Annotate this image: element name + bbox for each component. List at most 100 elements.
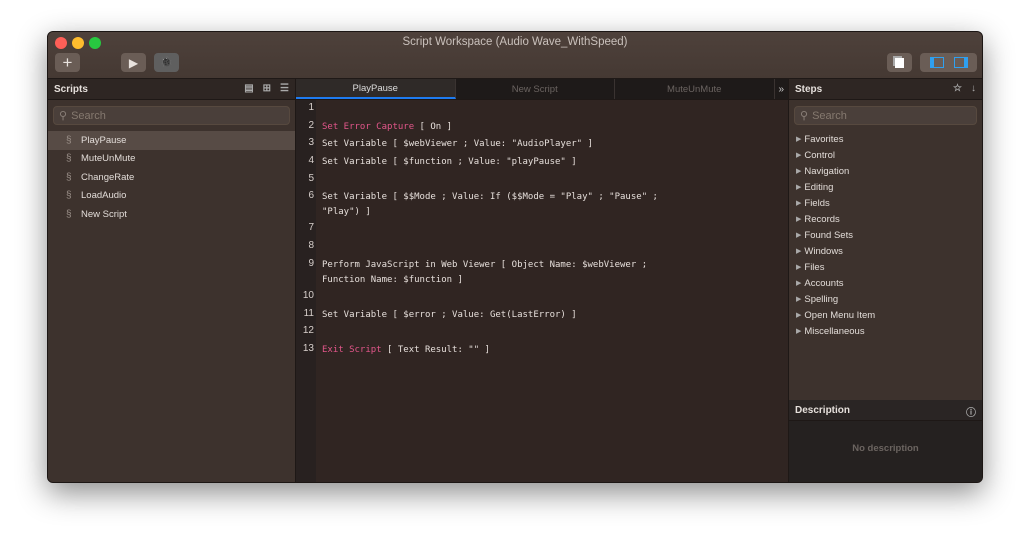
code-line[interactable]: 13 Exit Script [ Text Result: "" ]	[296, 341, 788, 359]
script-step: Set Error Capture [ On ]	[322, 120, 662, 135]
new-folder-icon[interactable]: ⊞	[263, 83, 271, 94]
code-line[interactable]: 6 Set Variable [ $$Mode ; Value: If ($$Mo…	[296, 188, 788, 220]
help-icon[interactable]: ⓘ	[966, 404, 976, 419]
script-item[interactable]: § PlayPause	[48, 131, 295, 150]
step-category[interactable]: ▶ Records	[789, 211, 982, 227]
step-category-label: Control	[804, 149, 836, 161]
steps-search[interactable]: ⚲	[794, 106, 977, 125]
disclosure-triangle-icon[interactable]: ▶	[796, 167, 801, 175]
script-name: LoadAudio	[81, 190, 127, 202]
disclosure-triangle-icon[interactable]: ▶	[796, 135, 801, 143]
script-tabs: PlayPause New Script MuteUnMute »	[296, 79, 788, 100]
code-line[interactable]: 2 Set Error Capture [ On ]	[296, 118, 788, 136]
script-item[interactable]: § MuteUnMute	[48, 150, 295, 169]
debug-button[interactable]: 🐞	[154, 53, 179, 72]
favorite-star-icon[interactable]: ☆	[953, 83, 962, 94]
description-title: Description	[795, 404, 851, 416]
step-category[interactable]: ▶ Found Sets	[789, 227, 982, 243]
add-script-button[interactable]: +	[55, 53, 80, 72]
step-category-label: Fields	[804, 197, 830, 209]
step-category[interactable]: ▶ Miscellaneous	[789, 323, 982, 339]
code-line[interactable]: 10	[296, 288, 788, 306]
toggle-right-panel-icon[interactable]	[953, 57, 968, 68]
disclosure-triangle-icon[interactable]: ▶	[796, 311, 801, 319]
tab-muteunmute[interactable]: MuteUnMute	[615, 79, 775, 99]
step-params: Set Variable [ $webViewer ; Value: "Audi…	[322, 139, 593, 150]
step-category[interactable]: ▶ Navigation	[789, 163, 982, 179]
code-line[interactable]: 12	[296, 323, 788, 341]
line-number: 12	[302, 325, 314, 337]
scripts-header: Scripts ▤ ⊞ ☰	[48, 79, 295, 100]
tab-new-script[interactable]: New Script	[456, 79, 615, 99]
disclosure-triangle-icon[interactable]: ▶	[796, 183, 801, 191]
script-step: Set Variable [ $webViewer ; Value: "Audi…	[322, 137, 662, 152]
step-category[interactable]: ▶ Windows	[789, 243, 982, 259]
step-params: [ Text Result: "" ]	[381, 344, 490, 355]
code-line[interactable]: 1	[296, 100, 788, 118]
scripts-search[interactable]: ⚲	[53, 106, 290, 125]
line-number: 4	[308, 155, 314, 167]
code-line[interactable]: 7	[296, 220, 788, 238]
disclosure-triangle-icon[interactable]: ▶	[796, 231, 801, 239]
script-step: Set Variable [ $error ; Value: Get(LastE…	[322, 308, 662, 323]
script-item[interactable]: § LoadAudio	[48, 187, 295, 206]
script-item[interactable]: § ChangeRate	[48, 168, 295, 187]
line-number: 3	[308, 137, 314, 149]
code-line[interactable]: 8	[296, 238, 788, 256]
more-tabs-button[interactable]: »	[775, 79, 789, 99]
step-category[interactable]: ▶ Files	[789, 259, 982, 275]
steps-title: Steps	[795, 83, 823, 95]
line-number: 13	[302, 342, 314, 354]
description-panel: Description ⓘ No description	[789, 400, 982, 482]
disclosure-triangle-icon[interactable]: ▶	[796, 263, 801, 271]
steps-search-input[interactable]	[812, 109, 976, 122]
disclosure-triangle-icon[interactable]: ▶	[796, 295, 801, 303]
disclosure-triangle-icon[interactable]: ▶	[796, 327, 801, 335]
new-script-icon[interactable]: ▤	[244, 83, 253, 94]
disclosure-triangle-icon[interactable]: ▶	[796, 279, 801, 287]
step-category-label: Open Menu Item	[804, 309, 876, 321]
line-number: 6	[308, 190, 314, 202]
step-category-label: Miscellaneous	[804, 325, 865, 337]
code-line[interactable]: 4 Set Variable [ $function ; Value: "play…	[296, 153, 788, 171]
line-number: 8	[308, 240, 314, 252]
toggle-left-panel-icon[interactable]	[929, 57, 944, 68]
step-category[interactable]: ▶ Open Menu Item	[789, 307, 982, 323]
disclosure-triangle-icon[interactable]: ▶	[796, 247, 801, 255]
scripts-search-input[interactable]	[71, 109, 289, 122]
sort-icon[interactable]: ↓	[971, 83, 976, 94]
tab-playpause[interactable]: PlayPause	[296, 79, 456, 99]
step-category[interactable]: ▶ Spelling	[789, 291, 982, 307]
step-category-label: Spelling	[804, 293, 839, 305]
titlebar: Script Workspace (Audio Wave_WithSpeed) …	[48, 32, 982, 79]
panel-toggle-group	[920, 53, 977, 72]
disclosure-triangle-icon[interactable]: ▶	[796, 215, 801, 223]
line-number: 11	[303, 307, 314, 319]
code-line[interactable]: 5	[296, 171, 788, 189]
line-number: 7	[308, 222, 314, 234]
search-icon: ⚲	[800, 110, 809, 122]
steps-panel: Steps ☆↓ ⚲ ▶Favorites▶Control▶Navigation…	[788, 79, 982, 482]
disclosure-triangle-icon[interactable]: ▶	[796, 199, 801, 207]
step-category[interactable]: ▶ Control	[789, 147, 982, 163]
list-options-icon[interactable]: ☰	[280, 83, 289, 94]
script-name: ChangeRate	[81, 171, 135, 183]
step-category[interactable]: ▶ Accounts	[789, 275, 982, 291]
copy-windows-button[interactable]	[887, 53, 912, 72]
code-line[interactable]: 11 Set Variable [ $error ; Value: Get(Las…	[296, 306, 788, 324]
script-step: Exit Script [ Text Result: "" ]	[322, 343, 662, 358]
code-line[interactable]: 9 Perform JavaScript in Web Viewer [ Obje…	[296, 256, 788, 288]
script-icon: §	[66, 134, 72, 146]
step-category[interactable]: ▶ Editing	[789, 179, 982, 195]
disclosure-triangle-icon[interactable]: ▶	[796, 151, 801, 159]
step-category-label: Found Sets	[804, 229, 853, 241]
step-category[interactable]: ▶ Fields	[789, 195, 982, 211]
code-line[interactable]: 3 Set Variable [ $webViewer ; Value: "Aud…	[296, 135, 788, 153]
script-name: MuteUnMute	[81, 153, 136, 165]
run-script-button[interactable]: ▶	[121, 53, 146, 72]
code-area[interactable]: 1 2 Set Error Capture [ On ] 3 Set Variable …	[296, 100, 788, 359]
step-category-label: Editing	[804, 181, 834, 193]
line-number: 2	[308, 119, 314, 131]
script-item[interactable]: § New Script	[48, 205, 295, 224]
step-category[interactable]: ▶ Favorites	[789, 131, 982, 147]
